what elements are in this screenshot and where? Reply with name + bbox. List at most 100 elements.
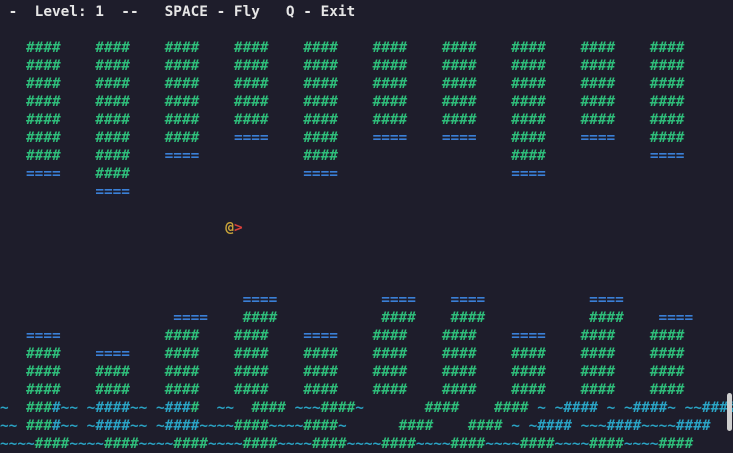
playfield-row: @> [0,219,242,237]
blank-space [286,400,295,416]
blank-space [0,220,225,236]
blank-space [485,292,589,308]
pipe-wall: #### #### #### #### #### #### #### #### … [0,94,685,110]
status-bar: - Level: 1 -- SPACE - Fly Q - Exit [0,4,356,20]
blank-space [572,418,581,434]
player-bird: @ [225,220,234,236]
blank-space [459,400,494,416]
pipe-cap: ==== [580,130,616,146]
water: ~####~ [623,400,676,416]
pipe-cap: ==== [173,310,208,326]
pipe-cap: ==== [303,328,338,344]
pipe-wall: #### #### #### [0,130,234,146]
water: ~~ [216,400,234,416]
blank-space [0,292,243,308]
water: ~~~~ [268,418,304,434]
water: #~~~~ [190,418,234,434]
pipe-cap: ==== [26,166,61,182]
blank-space [676,400,685,416]
blank-space [147,400,156,416]
pipe-wall: #### #### [199,148,650,164]
water: ~### [156,400,191,416]
water: ~ [537,400,546,416]
pipe-cap: ==== ==== [381,292,486,308]
playfield-row: #### ==== #### #### #### #### #### #### … [0,345,684,363]
pipe-wall: #### [424,400,460,416]
pipe-wall: #### [589,436,624,452]
playfield-row: #### #### #### #### #### #### #### #### … [0,363,684,381]
water: ~ [337,418,347,434]
water: ~~~~ [138,436,174,452]
blank-space [364,400,425,416]
playfield-row: #### #### #### #### #### #### #### #### … [0,39,684,57]
playfield-row: ~~ ####~~ ~####~~ ~####~~~~####~~~~####~… [0,417,711,435]
water: ~ [606,400,616,416]
water: ~ [511,418,520,434]
pipe-wall: #### #### #### #### #### #### #### #### … [0,364,685,380]
pipe-wall: #### #### #### #### #### #### #### #### … [0,40,685,56]
playfield-row: ~ ####~~ ~####~~ ~#### ~~ #### ~~~####~ … [0,399,733,417]
pipe-wall: #### [519,436,555,452]
pipe-wall: #### #### [337,328,512,344]
blank-space [147,418,156,434]
pipe-wall: #### [233,418,269,434]
pipe-cap: ==== [658,310,694,326]
blank-space [17,418,26,434]
pipe-wall: #### [398,418,434,434]
water: ~ [0,400,9,416]
blank-space [78,400,87,416]
pipe-wall: #### [60,166,304,182]
playfield-row: #### #### #### ==== #### ==== ==== #### … [0,129,684,147]
playfield-row: ==== ==== ==== ==== [0,291,624,309]
water: ~~~~ [69,436,104,452]
blank-space [0,310,173,326]
pipe-wall: #### [103,436,139,452]
blank-space [199,400,216,416]
pipe-wall: ### [26,400,52,416]
blank-space [433,418,468,434]
playfield-row: #### #### #### #### #### #### #### #### … [0,111,684,129]
playfield-row: #### #### ==== #### #### ==== [0,147,684,165]
pipe-wall: #### [450,436,486,452]
water: #~~ [121,400,148,416]
water: ~~~ [294,400,321,416]
water: ~~~~ [415,436,451,452]
pipe-wall: #### [493,400,529,416]
playfield-row: #### #### #### #### #### #### #### #### … [0,381,684,399]
blank-space [520,418,529,434]
blank-space [615,400,624,416]
water: #~~ [52,418,78,434]
pipe-wall: #### #### #### #### #### #### #### #### … [0,112,685,128]
blank-space [9,400,26,416]
pipe-cap: ==== [26,328,61,344]
pipe-wall: #### [242,436,278,452]
pipe-wall: #### #### [545,328,685,344]
pipe-wall: #### [467,418,503,434]
pipe-wall: #### [381,436,416,452]
pipe-wall [0,184,95,200]
terminal-screen[interactable]: - Level: 1 -- SPACE - Fly Q - Exit #### … [0,0,733,452]
water: ~### [86,400,122,416]
pipe-wall: #### [311,436,347,452]
blank-space [277,292,381,308]
water: ~#### [554,400,598,416]
water: #~~ [121,418,148,434]
pipe-wall: #### [476,130,581,146]
pipe-wall: #### #### [0,148,165,164]
pipe-wall: #### #### [60,328,304,344]
pipe-wall: #### #### #### #### [207,310,659,326]
pipe-wall: #### #### #### #### #### #### #### #### … [0,58,685,74]
pipe-cap: ==== [303,166,338,182]
scrollbar[interactable] [727,393,732,431]
pipe-cap: ==== [589,292,624,308]
blank-space [234,400,251,416]
pipe-cap: ==== ==== [372,130,477,146]
pipe-cap: ==== [233,130,269,146]
blank-space [546,400,555,416]
playfield-row: ==== #### #### #### #### ==== [0,309,693,327]
pipe-wall: #### [173,436,208,452]
pipe-cap: ==== [511,166,546,182]
water: ~~~~ [554,436,590,452]
blank-space [78,418,87,434]
pipe-wall: #### [615,130,685,146]
